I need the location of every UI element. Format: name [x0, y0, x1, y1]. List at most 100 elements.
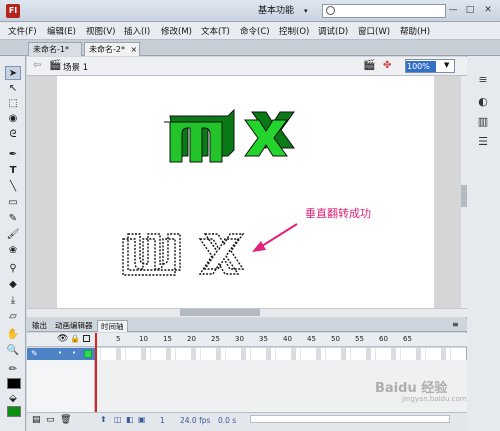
onion-skin-icon[interactable]: ◫ — [114, 415, 122, 424]
pen-tool-icon[interactable]: ✒ — [5, 148, 21, 162]
frame-number: 40 — [283, 335, 292, 343]
stroke-color-icon[interactable]: ✏ — [5, 363, 21, 377]
edit-scene-icon[interactable]: 🎬 — [363, 60, 375, 71]
lock-dot[interactable]: • — [72, 349, 76, 357]
edit-symbols-icon[interactable]: ✤ — [383, 60, 391, 71]
annotation-arrow — [252, 223, 298, 252]
selection-tool-icon[interactable]: ➤ — [5, 66, 21, 80]
horizontal-scroll-thumb[interactable] — [180, 309, 260, 316]
menu-modify[interactable]: 修改(M) — [161, 25, 192, 37]
tab-motion-editor[interactable]: 动画编辑器 — [52, 320, 96, 332]
pencil-tool-icon[interactable]: ✎ — [5, 212, 21, 226]
fill-color-swatch[interactable] — [7, 406, 21, 417]
delete-layer-icon[interactable]: 🗑 — [60, 415, 71, 425]
lasso-tool-icon[interactable]: ᘓ — [5, 128, 21, 142]
new-folder-icon[interactable]: ▭ — [46, 415, 55, 425]
close-button[interactable]: ✕ — [481, 4, 495, 16]
timeline-horizontal-scrollbar[interactable] — [250, 415, 450, 423]
tab-untitled-2[interactable]: 未命名-2* × — [84, 42, 140, 56]
fill-color-icon[interactable]: ⬙ — [5, 392, 21, 406]
frame-number: 60 — [379, 335, 388, 343]
maximize-button[interactable]: □ — [463, 4, 477, 16]
menu-edit[interactable]: 编辑(E) — [47, 25, 76, 37]
hand-tool-icon[interactable]: ✋ — [5, 328, 21, 342]
subselection-tool-icon[interactable]: ↖ — [5, 82, 21, 96]
bone-tool-icon[interactable]: ⚲ — [5, 262, 21, 276]
menu-debug[interactable]: 调试(D) — [318, 25, 348, 37]
search-icon — [326, 6, 335, 15]
chevron-down-icon[interactable]: ▾ — [304, 3, 314, 19]
color-panel-icon[interactable]: ◐ — [475, 94, 491, 110]
tab-timeline[interactable]: 时间轴 — [97, 320, 128, 332]
panel-menu-icon[interactable]: ≡ — [475, 72, 491, 88]
menu-bar: 文件(F) 编辑(E) 视图(V) 插入(I) 修改(M) 文本(T) 命令(C… — [0, 22, 500, 40]
frame-number: 35 — [259, 335, 268, 343]
menu-help[interactable]: 帮助(H) — [400, 25, 430, 37]
center-frame-icon[interactable]: ⬆ — [100, 415, 107, 424]
tab-close-icon[interactable]: × — [131, 45, 138, 54]
frame-number: 25 — [211, 335, 220, 343]
edit-multiple-frames-icon[interactable]: ▣ — [138, 415, 146, 424]
new-layer-icon[interactable]: ▤ — [32, 415, 41, 425]
eraser-tool-icon[interactable]: ▱ — [5, 310, 21, 324]
text-tool-icon[interactable]: T — [5, 164, 21, 178]
eye-icon[interactable]: 👁 — [57, 334, 68, 344]
tab-untitled-1[interactable]: 未命名-1* × — [28, 42, 82, 67]
frame-strip[interactable] — [96, 348, 466, 360]
vertical-scroll-thumb[interactable] — [461, 185, 467, 207]
tab-label: 未命名-1* — [33, 45, 69, 54]
visibility-dot[interactable]: • — [58, 349, 62, 357]
scene-icon: 🎬 — [49, 60, 62, 71]
help-search-input[interactable] — [322, 4, 446, 18]
line-tool-icon[interactable]: ╲ — [5, 180, 21, 194]
stage[interactable] — [57, 76, 434, 308]
library-panel-icon[interactable]: ▥ — [475, 114, 491, 130]
frame-number: 45 — [307, 335, 316, 343]
pencil-icon[interactable]: ✎ — [31, 349, 38, 358]
back-arrow-icon[interactable]: ⇦ — [33, 60, 41, 71]
menu-control[interactable]: 控制(O) — [279, 25, 309, 37]
lock-icon[interactable]: 🔒 — [70, 334, 80, 343]
extruded-letter-m[interactable] — [164, 108, 235, 163]
menu-file[interactable]: 文件(F) — [8, 25, 37, 37]
eyedropper-tool-icon[interactable]: ⤓ — [5, 294, 21, 308]
watermark-logo: Baidu 经验 — [375, 381, 448, 396]
right-panel-dock — [466, 56, 500, 431]
frame-rate: 24.0 fps — [180, 416, 211, 425]
paint-bucket-tool-icon[interactable]: ◆ — [5, 278, 21, 292]
menu-insert[interactable]: 插入(I) — [124, 25, 150, 37]
scene-label: 场景 1 — [63, 63, 89, 73]
properties-panel-icon[interactable]: ☰ — [475, 134, 491, 150]
onion-outline-icon[interactable]: ◧ — [126, 415, 134, 424]
frame-number: 50 — [331, 335, 340, 343]
menu-command[interactable]: 命令(C) — [240, 25, 270, 37]
deco-tool-icon[interactable]: ❀ — [5, 244, 21, 258]
brush-tool-icon[interactable]: 🖌 — [5, 228, 21, 242]
flash-logo: Fl — [6, 4, 20, 18]
panel-menu-icon[interactable]: ≡ — [452, 320, 459, 329]
chevron-down-icon[interactable]: ▼ — [444, 61, 449, 69]
layer-list-empty — [27, 360, 95, 412]
frame-number: 20 — [187, 335, 196, 343]
zoom-value[interactable]: 100% — [406, 61, 436, 72]
minimize-button[interactable]: — — [446, 4, 460, 16]
menu-window[interactable]: 窗口(W) — [358, 25, 390, 37]
tab-label: 未命名-2* — [89, 45, 125, 54]
extruded-letter-x[interactable] — [244, 111, 295, 157]
frame-number: 10 — [139, 335, 148, 343]
frame-number: 65 — [403, 335, 412, 343]
3d-rotation-tool-icon[interactable]: ◉ — [5, 112, 21, 126]
stroke-color-swatch[interactable] — [7, 378, 21, 389]
annotation-text: 垂直翻转成功 — [305, 207, 371, 220]
menu-view[interactable]: 视图(V) — [86, 25, 115, 37]
zoom-tool-icon[interactable]: 🔍 — [5, 344, 21, 358]
layer-color-swatch[interactable] — [84, 350, 92, 358]
flipped-outline-letter-x[interactable] — [198, 233, 245, 275]
tab-output[interactable]: 输出 — [29, 320, 50, 332]
flipped-outline-letter-w[interactable] — [122, 233, 181, 276]
free-transform-tool-icon[interactable]: ⬚ — [5, 97, 21, 111]
rectangle-tool-icon[interactable]: ▭ — [5, 196, 21, 210]
frame-number: 55 — [355, 335, 364, 343]
menu-text[interactable]: 文本(T) — [201, 25, 230, 37]
outline-icon[interactable] — [83, 335, 90, 342]
